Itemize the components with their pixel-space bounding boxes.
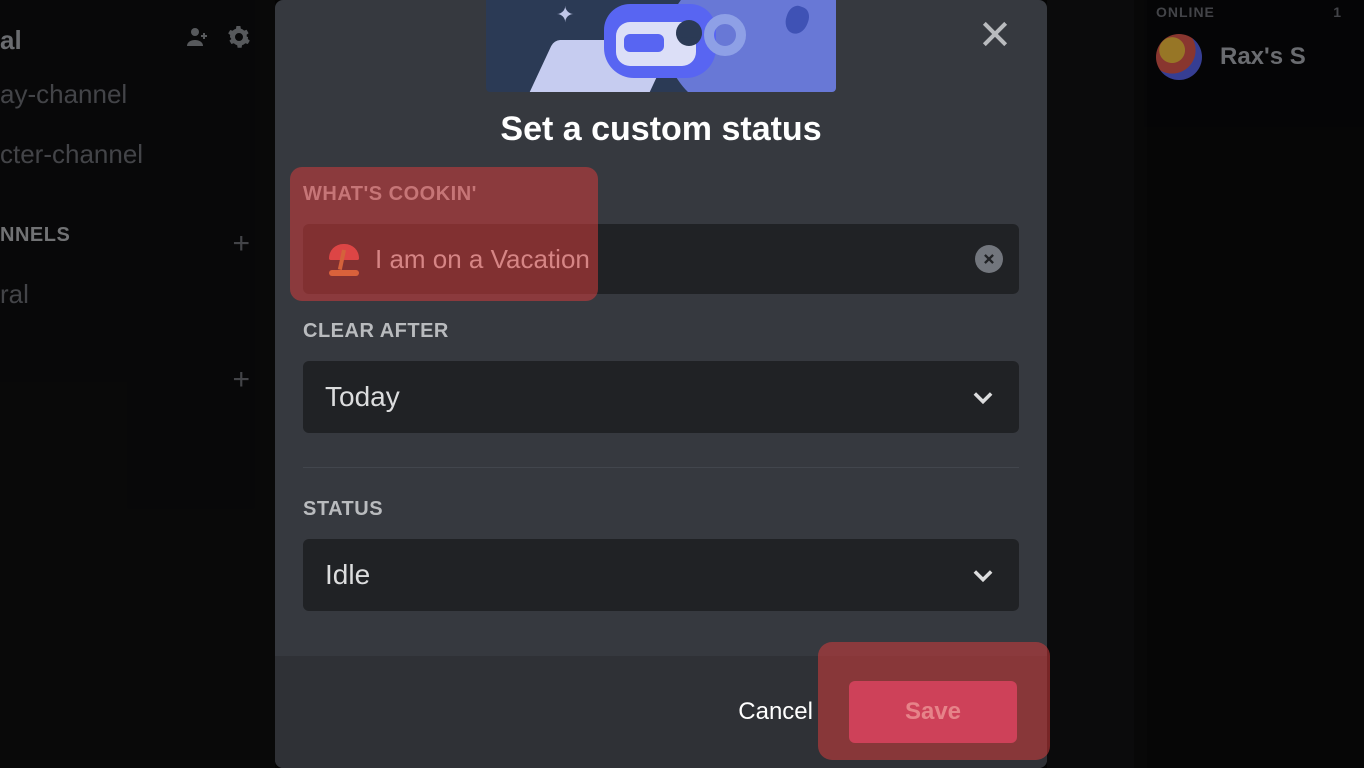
hero-illustration: ✦	[486, 0, 836, 92]
members-online-header: ONLINE 1	[1134, 0, 1364, 20]
clear-after-select[interactable]: Today	[303, 361, 1019, 433]
channel-item[interactable]: cter-channel	[0, 124, 275, 184]
close-button[interactable]	[973, 12, 1017, 56]
modal-footer: Cancel Save	[275, 656, 1047, 768]
clear-after-label: CLEAR AFTER	[303, 320, 1019, 343]
channel-header-row: al	[0, 16, 275, 64]
divider	[303, 467, 1019, 468]
member-name: Rax's S	[1220, 43, 1306, 71]
avatar	[1156, 34, 1202, 80]
channel-label: ral	[0, 279, 29, 310]
status-value: Idle	[325, 559, 370, 591]
online-count: 1	[1333, 4, 1342, 20]
plus-icon[interactable]: +	[232, 363, 251, 397]
modal-backdrop-strip	[1047, 0, 1147, 768]
status-text-input[interactable]	[375, 244, 961, 275]
member-row[interactable]: Rax's S	[1134, 20, 1364, 94]
modal-title: Set a custom status	[275, 110, 1047, 149]
section-label: NNELS	[0, 224, 232, 247]
channel-label: cter-channel	[0, 139, 143, 170]
close-icon	[979, 18, 1011, 50]
x-icon	[982, 252, 996, 266]
plus-icon[interactable]: +	[232, 227, 251, 261]
voice-section-header[interactable]: NNELS +	[0, 224, 275, 264]
app-root: al ay-channel cter-channel NNELS + ral +…	[0, 0, 1364, 768]
channel-label: ay-channel	[0, 79, 127, 110]
channel-sidebar: al ay-channel cter-channel NNELS + ral +	[0, 0, 275, 768]
add-member-icon[interactable]	[185, 25, 209, 56]
channel-item[interactable]: ay-channel	[0, 64, 275, 124]
members-panel: ONLINE 1 Rax's S	[1134, 0, 1364, 768]
voice-section-header-2[interactable]: +	[0, 360, 275, 400]
chevron-down-icon	[969, 383, 997, 411]
status-select[interactable]: Idle	[303, 539, 1019, 611]
beach-umbrella-icon	[327, 242, 361, 276]
gear-icon[interactable]	[227, 25, 251, 56]
status-label: STATUS	[303, 498, 1019, 521]
emoji-picker-button[interactable]	[323, 238, 365, 280]
status-input-row	[303, 224, 1019, 294]
modal-body: WHAT'S COOKIN' CLEAR AFTER Today	[275, 149, 1047, 611]
cooking-label: WHAT'S COOKIN'	[303, 183, 1019, 206]
current-channel-name: al	[0, 25, 167, 56]
save-button[interactable]: Save	[849, 681, 1017, 743]
online-label: ONLINE	[1156, 4, 1215, 20]
clear-after-value: Today	[325, 381, 400, 413]
voice-channel-item[interactable]: ral	[0, 264, 275, 324]
chevron-down-icon	[969, 561, 997, 589]
custom-status-modal: ✦ Set a custom status WHAT'S COOKIN' CLE…	[275, 0, 1047, 768]
clear-status-button[interactable]	[975, 245, 1003, 273]
cancel-button[interactable]: Cancel	[738, 698, 813, 726]
